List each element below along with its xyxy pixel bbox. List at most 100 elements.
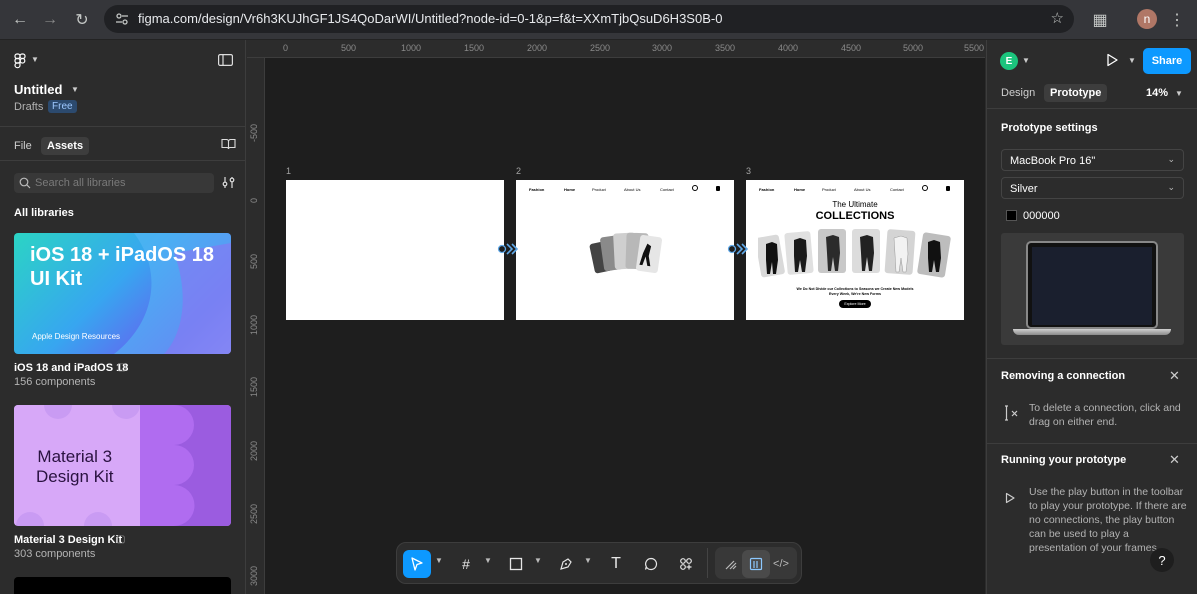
forward-arrow-icon[interactable]: →	[38, 8, 62, 32]
close-icon[interactable]: ✕	[1169, 452, 1180, 468]
frame-tagline: We Do Not Divide our Collections to Seas…	[796, 287, 914, 296]
toggle-sidebar-icon[interactable]	[218, 54, 233, 66]
play-icon	[1005, 492, 1015, 504]
ruler-tick: 500	[249, 253, 259, 269]
library-thumbnail-ios[interactable]: iOS 18 + iPadOS 18 UI Kit Apple Design R…	[14, 233, 231, 354]
close-icon[interactable]: ✕	[1169, 368, 1180, 384]
background-color-field[interactable]: 000000	[1001, 205, 1184, 227]
ruler-tick: 5500	[964, 43, 985, 53]
figma-logo-icon[interactable]	[14, 53, 28, 69]
chevron-down-icon[interactable]: ▼	[534, 556, 542, 565]
frame-label[interactable]: 1	[286, 166, 291, 176]
address-bar[interactable]: figma.com/design/Vr6h3KUJhGF1JS4QoDarWI/…	[104, 5, 1074, 33]
ruler-tick: 3000	[652, 43, 673, 53]
frame-label[interactable]: 3	[746, 166, 751, 176]
bookmark-star-icon[interactable]: ☆	[1051, 9, 1064, 27]
thumbnail-title: Material 3 Design Kit	[36, 447, 114, 486]
chevron-down-icon[interactable]: ▼	[584, 556, 592, 565]
right-sidebar: E ▼ ▼ Share Design Prototype 14% ▼ Proto…	[986, 40, 1197, 594]
frame-1[interactable]	[286, 180, 504, 320]
library-thumbnail-partial[interactable]	[14, 577, 231, 594]
ruler-tick: 1000	[401, 43, 422, 53]
ruler-tick: 500	[341, 43, 357, 53]
frame-cta-button: Explore More	[839, 300, 871, 308]
chevron-down-icon: ⌄	[1167, 154, 1175, 164]
frame-nav-brand: Fashion	[759, 187, 775, 192]
ruler-tick: 1000	[249, 314, 259, 335]
tab-design[interactable]: Design	[995, 84, 1041, 102]
bag-icon	[946, 186, 950, 191]
search-input[interactable]: Search all libraries	[35, 177, 125, 189]
filter-sliders-icon[interactable]	[222, 176, 235, 189]
divider	[987, 108, 1197, 109]
ruler-horizontal: 0 500 1000 1500 2000 2500 3000 3500 4000…	[247, 40, 985, 58]
color-swatch[interactable]	[1006, 210, 1017, 221]
ruler-tick: -500	[249, 123, 259, 142]
remove-connection-icon	[1005, 405, 1018, 421]
user-avatar[interactable]: E	[1000, 52, 1018, 70]
library-thumbnail-material[interactable]: Material 3 Design Kit	[14, 405, 231, 526]
chevron-down-icon[interactable]: ▼	[1022, 56, 1030, 65]
design-canvas[interactable]: 0 500 1000 1500 2000 2500 3000 3500 4000…	[247, 40, 985, 594]
share-button[interactable]: Share	[1143, 48, 1191, 74]
move-tool-icon[interactable]	[403, 550, 431, 578]
tab-file[interactable]: File	[8, 137, 38, 155]
ruler-tick: 1500	[464, 43, 485, 53]
library-cube-icon: ▢	[117, 362, 127, 373]
zoom-level[interactable]: 14%	[1146, 87, 1168, 99]
section-heading: All libraries	[14, 207, 74, 219]
comment-tool-icon[interactable]	[637, 550, 665, 578]
chevron-down-icon[interactable]: ▼	[1175, 89, 1183, 98]
chevron-down-icon[interactable]: ▼	[71, 85, 79, 94]
running-prototype-text: Use the play button in the toolbar to pl…	[1029, 486, 1187, 553]
more-menu-icon[interactable]: ⋮	[1165, 8, 1189, 32]
frame-label[interactable]: 2	[516, 166, 521, 176]
chevron-down-icon[interactable]: ▼	[1128, 56, 1136, 65]
prototype-connection-arrow[interactable]	[497, 242, 521, 256]
dev-mode-code-icon[interactable]: </>	[767, 550, 795, 578]
frame-nav-link: Product	[592, 187, 606, 192]
file-title[interactable]: Untitled	[14, 82, 62, 97]
site-settings-icon[interactable]	[114, 11, 130, 27]
frame-3[interactable]: Fashion Home Product About Us Contact Th…	[746, 180, 964, 320]
file-location[interactable]: Drafts	[14, 101, 43, 113]
background-hex[interactable]: 000000	[1023, 210, 1060, 222]
toolbar-divider	[707, 548, 708, 578]
ruler-tick: 4500	[841, 43, 862, 53]
actions-tool-icon[interactable]	[672, 550, 700, 578]
plan-badge: Free	[48, 100, 77, 113]
library-book-icon[interactable]	[221, 138, 236, 150]
text-tool-icon[interactable]: T	[602, 550, 630, 578]
chevron-down-icon[interactable]: ▼	[435, 556, 443, 565]
frame-nav-link: Contact	[890, 187, 904, 192]
chevron-down-icon: ⌄	[1167, 182, 1175, 192]
prototype-connection-arrow[interactable]	[727, 242, 751, 256]
library-name[interactable]: Material 3 Design Kit	[14, 534, 122, 546]
url-text: figma.com/design/Vr6h3KUJhGF1JS4QoDarWI/…	[138, 11, 723, 26]
extensions-icon[interactable]: ▦	[1088, 8, 1112, 32]
reload-icon[interactable]: ↻	[70, 8, 94, 32]
help-button[interactable]: ?	[1150, 548, 1174, 572]
design-mode-icon[interactable]	[742, 550, 770, 578]
device-color-select[interactable]: Silver ⌄	[1001, 177, 1184, 199]
stacked-cards-image	[589, 232, 663, 274]
library-name[interactable]: iOS 18 and iPadOS 18	[14, 362, 128, 374]
bottom-toolbar: ▼ # ▼ ▼ ▼ T </>	[396, 542, 802, 584]
rectangle-tool-icon[interactable]	[502, 550, 530, 578]
ruler-tick: 1500	[249, 376, 259, 397]
draw-mode-icon[interactable]	[717, 550, 745, 578]
chevron-down-icon[interactable]: ▼	[484, 556, 492, 565]
profile-avatar[interactable]: n	[1137, 9, 1157, 29]
tab-prototype[interactable]: Prototype	[1044, 84, 1108, 102]
play-icon[interactable]	[1105, 53, 1119, 67]
device-select[interactable]: MacBook Pro 16" ⌄	[1001, 149, 1184, 171]
chevron-down-icon[interactable]: ▼	[31, 55, 39, 64]
frame-nav-link: Contact	[660, 187, 674, 192]
library-search[interactable]: Search all libraries	[14, 173, 214, 193]
tab-assets[interactable]: Assets	[41, 137, 90, 155]
ruler-tick: 2500	[590, 43, 611, 53]
frame-2[interactable]: Fashion Home Product About Us Contact	[516, 180, 734, 320]
pen-tool-icon[interactable]	[552, 550, 580, 578]
frame-tool-icon[interactable]: #	[452, 550, 480, 578]
back-arrow-icon[interactable]: ←	[8, 8, 32, 32]
